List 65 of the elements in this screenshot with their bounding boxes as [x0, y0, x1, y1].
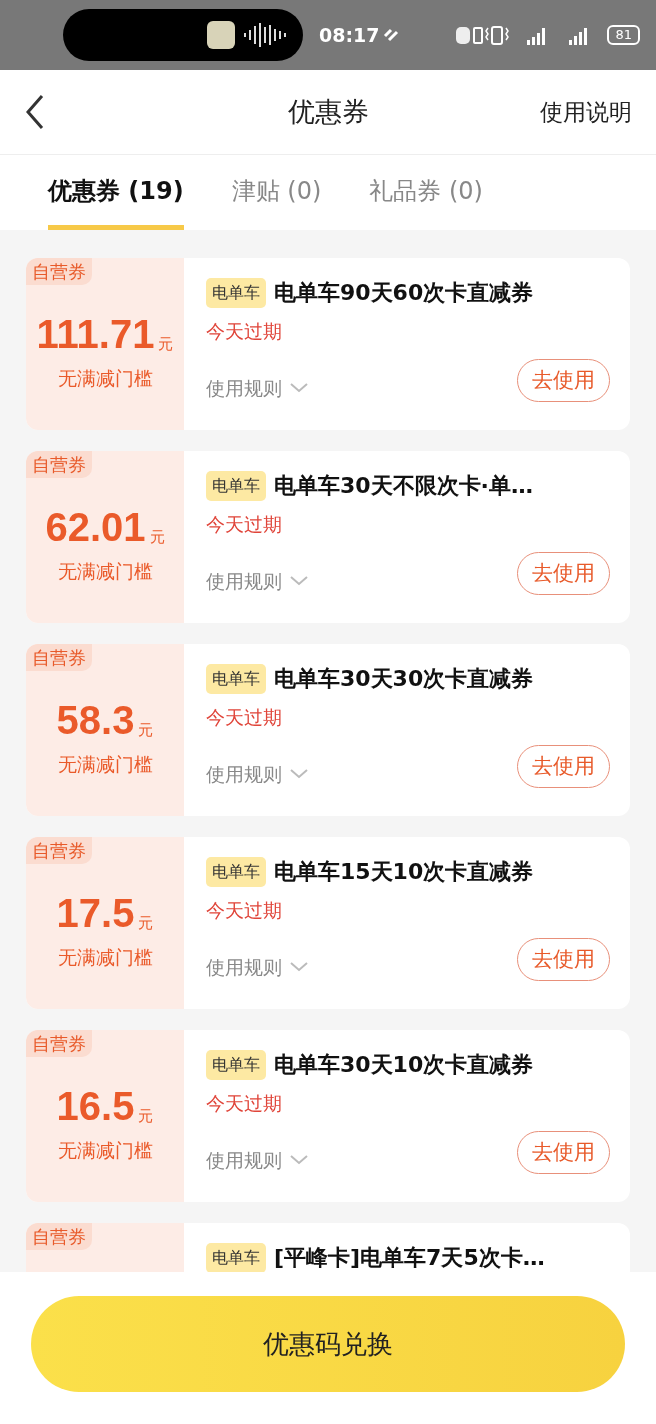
coupon-amount: 62.01 — [45, 504, 146, 549]
coupon-amount: 16.5 — [56, 1083, 135, 1128]
vibrate-icon — [455, 24, 512, 46]
coupon-source-tag: 自营券 — [26, 644, 92, 671]
chevron-down-icon — [290, 383, 308, 394]
coupon-source-tag: 自营券 — [26, 837, 92, 864]
category-tag: 电单车 — [206, 663, 266, 694]
coupon-title: [平峰卡]电单车7天5次卡… — [274, 1244, 545, 1272]
back-icon[interactable] — [24, 94, 46, 130]
currency-unit: 元 — [138, 1106, 154, 1128]
expiry-text: 今天过期 — [206, 705, 283, 730]
use-coupon-button[interactable]: 去使用 — [517, 551, 610, 595]
chevron-down-icon — [290, 576, 308, 587]
coupon-title: 电单车30天10次卡直减券 — [274, 1051, 534, 1079]
currency-unit: 元 — [149, 527, 165, 549]
currency-unit: 元 — [158, 334, 174, 356]
app-icon — [207, 21, 235, 49]
chevron-down-icon — [290, 769, 308, 780]
currency-unit: 元 — [138, 720, 154, 742]
category-tag: 电单车 — [206, 1049, 266, 1080]
usage-rules-toggle[interactable]: 使用规则 — [206, 1146, 308, 1175]
usage-rules-toggle[interactable]: 使用规则 — [206, 760, 308, 789]
category-tag: 电单车 — [206, 277, 266, 308]
use-coupon-button[interactable]: 去使用 — [517, 358, 610, 402]
usage-rules-toggle[interactable]: 使用规则 — [206, 374, 308, 403]
coupon-title: 电单车15天10次卡直减券 — [274, 858, 534, 886]
coupon-title: 电单车30天30次卡直减券 — [274, 665, 534, 693]
category-tag: 电单车 — [206, 1242, 266, 1273]
threshold-text: 无满减门槛 — [57, 558, 153, 584]
clock: 08:17 — [319, 22, 380, 48]
usage-instructions-link[interactable]: 使用说明 — [540, 94, 632, 130]
expiry-text: 今天过期 — [206, 898, 283, 923]
expiry-text: 今天过期 — [206, 512, 283, 537]
coupon-source-tag: 自营券 — [26, 1030, 92, 1057]
battery-level: 81 — [607, 25, 640, 45]
chevron-down-icon — [290, 1155, 308, 1166]
coupon-amount: 58.3 — [56, 697, 135, 742]
threshold-text: 无满减门槛 — [57, 365, 153, 391]
chevron-down-icon — [290, 962, 308, 973]
tab[interactable]: 礼品券 (0) — [369, 173, 483, 230]
currency-unit: 元 — [138, 913, 154, 935]
redeem-code-button[interactable]: 优惠码兑换 — [31, 1296, 625, 1392]
threshold-text: 无满减门槛 — [57, 1137, 153, 1163]
coupon-source-tag: 自营券 — [26, 451, 92, 478]
audio-wave-icon — [243, 22, 287, 48]
threshold-text: 无满减门槛 — [57, 751, 153, 777]
use-coupon-button[interactable]: 去使用 — [517, 937, 610, 981]
category-tag: 电单车 — [206, 856, 266, 887]
tab[interactable]: 优惠券 (19) — [48, 173, 184, 230]
coupon-amount: 111.71 — [36, 311, 155, 356]
usage-rules-toggle[interactable]: 使用规则 — [206, 953, 308, 982]
expiry-text: 今天过期 — [206, 319, 283, 344]
category-tag: 电单车 — [206, 470, 266, 501]
usage-rules-toggle[interactable]: 使用规则 — [206, 567, 308, 596]
expiry-text: 今天过期 — [206, 1091, 283, 1116]
coupon-amount: 17.5 — [56, 890, 135, 935]
threshold-text: 无满减门槛 — [57, 944, 153, 970]
page-title: 优惠券 — [287, 94, 369, 129]
coupon-source-tag: 自营券 — [26, 258, 92, 285]
coupon-source-tag: 自营券 — [26, 1223, 92, 1250]
use-coupon-button[interactable]: 去使用 — [517, 1130, 610, 1174]
use-coupon-button[interactable]: 去使用 — [517, 744, 610, 788]
coupon-title: 电单车30天不限次卡·单… — [274, 472, 533, 500]
coupon-title: 电单车90天60次卡直减券 — [274, 279, 534, 307]
tab[interactable]: 津贴 (0) — [231, 173, 322, 230]
